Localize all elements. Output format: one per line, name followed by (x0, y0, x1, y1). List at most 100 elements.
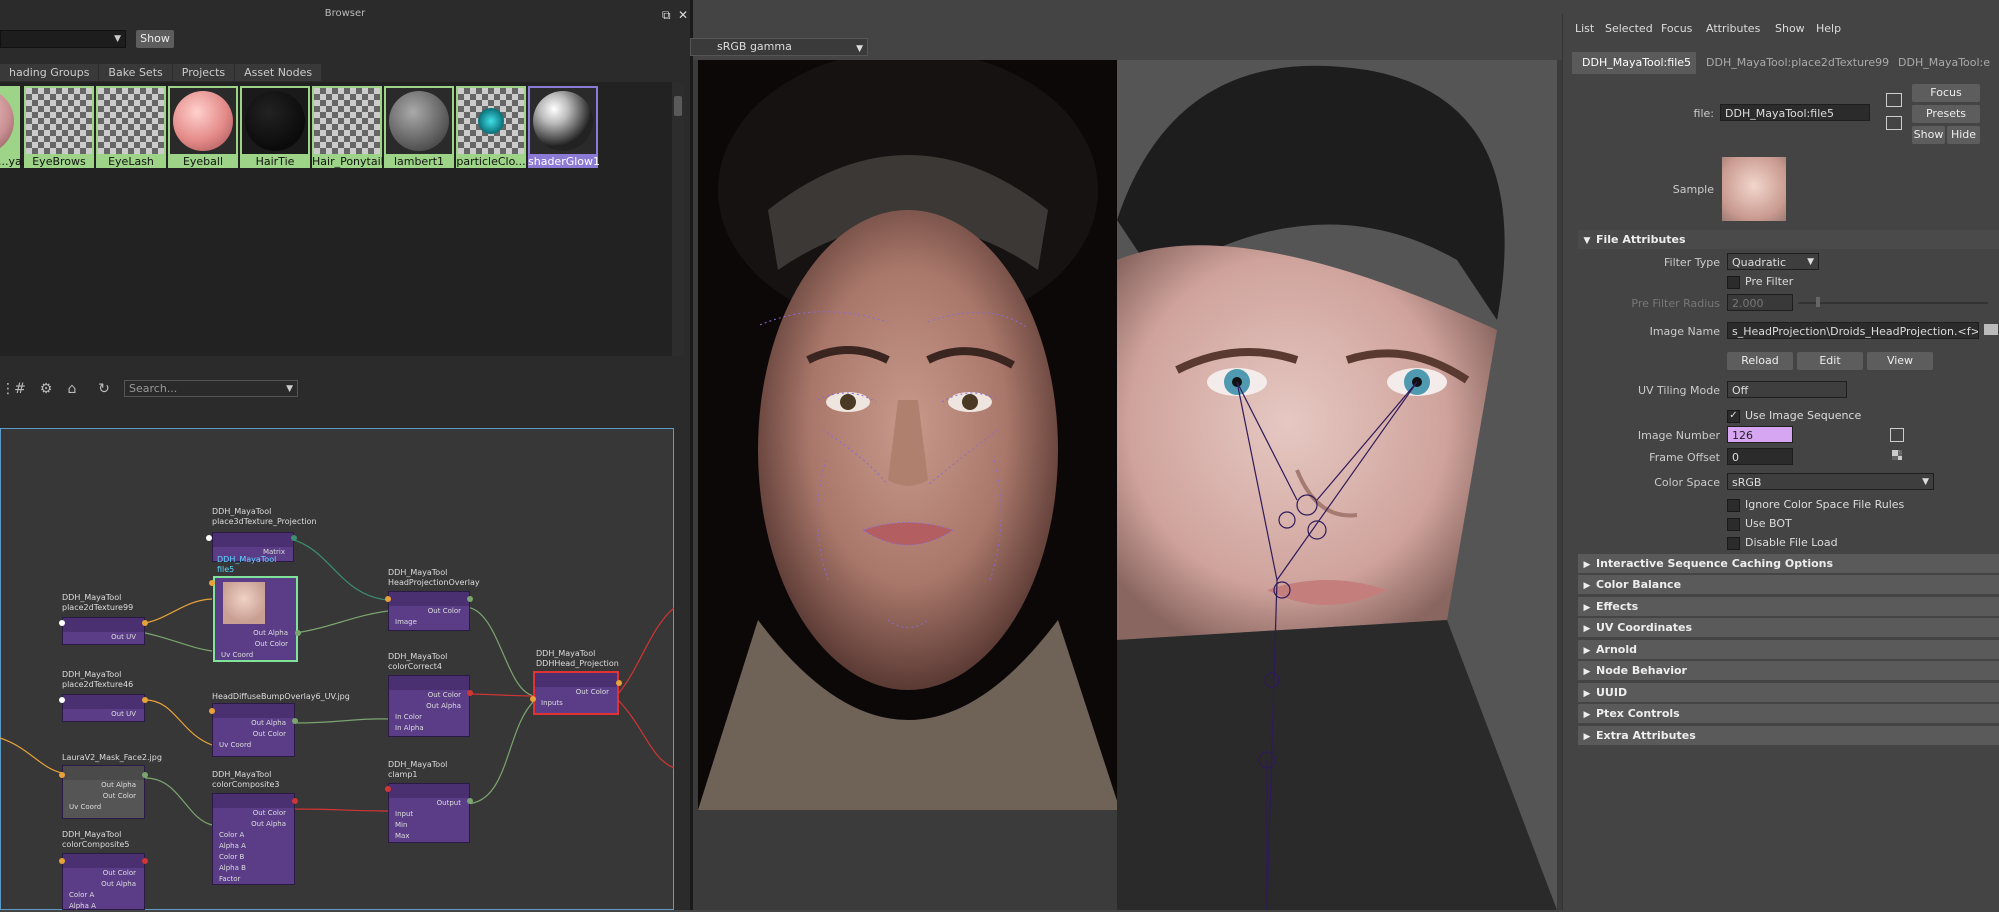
use-image-sequence-checkbox[interactable]: ✓ (1727, 410, 1740, 423)
port-dot[interactable] (142, 697, 148, 703)
tab-asset-nodes[interactable]: Asset Nodes (235, 64, 322, 81)
port-dot[interactable] (291, 535, 297, 541)
hide-button[interactable]: Hide (1947, 126, 1980, 144)
section-extra-attributes[interactable]: ▶ Extra Attributes (1578, 726, 1999, 745)
float-icon[interactable]: ⧉ (662, 9, 674, 21)
port-dot[interactable] (385, 596, 391, 602)
port-dot[interactable] (292, 718, 298, 724)
file-node-name-field[interactable]: DDH_MayaTool:file5 (1720, 104, 1870, 121)
port-dot[interactable] (142, 620, 148, 626)
section-uv-coordinates[interactable]: ▶ UV Coordinates (1578, 618, 1999, 637)
tab-bake-sets[interactable]: Bake Sets (99, 64, 172, 81)
menu-selected[interactable]: Selected (1605, 22, 1653, 35)
node-headdiffuse[interactable]: Out Alpha Out Color Uv Coord (212, 703, 295, 757)
menu-list[interactable]: List (1575, 22, 1594, 35)
focus-input-icon[interactable] (1886, 93, 1902, 107)
view-button[interactable]: View (1867, 352, 1933, 370)
connect-icon[interactable] (1890, 428, 1904, 442)
swatch-scrollbar[interactable] (672, 82, 684, 356)
node-search-input[interactable]: Search... ▼ (124, 380, 298, 397)
menu-show[interactable]: Show (1775, 22, 1805, 35)
filter-type-dropdown[interactable]: Quadratic ▼ (1727, 253, 1819, 270)
pre-filter-checkbox[interactable] (1727, 276, 1740, 289)
file-attributes-section[interactable]: ▼ File Attributes (1578, 230, 1999, 249)
camera-icon[interactable]: ⌂ (64, 381, 80, 397)
close-icon[interactable]: ✕ (678, 9, 690, 21)
material-swatch-hair-ponytail[interactable]: Hair_Ponytail (312, 86, 384, 168)
scrollbar-thumb[interactable] (674, 96, 682, 116)
focus-output-icon[interactable] (1886, 116, 1902, 130)
section-arnold[interactable]: ▶ Arnold (1578, 640, 1999, 659)
section-node-behavior[interactable]: ▶ Node Behavior (1578, 661, 1999, 680)
node-colorcorrect4[interactable]: Out Color Out Alpha In Color In Alpha (388, 675, 470, 737)
node-headprojectionoverlay[interactable]: Out Color Image (388, 591, 470, 631)
port-dot[interactable] (209, 580, 215, 586)
node-file5[interactable]: Out Alpha Out Color Uv Coord (213, 576, 298, 662)
material-swatch-eyebrows[interactable]: EyeBrows (24, 86, 94, 168)
use-bot-checkbox[interactable] (1727, 518, 1740, 531)
checker-icon[interactable] (1892, 450, 1902, 460)
tab-place2dtexture99[interactable]: DDH_MayaTool:place2dTexture99 (1706, 56, 1889, 69)
port-dot[interactable] (467, 596, 473, 602)
folder-icon[interactable] (1984, 324, 1998, 335)
node-laura-mask[interactable]: Out Alpha Out Color Uv Coord (62, 765, 145, 819)
node-colorcomposite3[interactable]: Out Color Out Alpha Color A Alpha A Color BA… (212, 793, 295, 885)
tab-shading-groups[interactable]: hading Groups (0, 64, 99, 81)
port-dot[interactable] (467, 690, 473, 696)
node-place2dtexture46[interactable]: Out UV (62, 694, 145, 722)
material-swatch-eyelash[interactable]: EyeLash (96, 86, 166, 168)
material-swatch-lambert1[interactable]: lambert1 (384, 86, 454, 168)
color-space-dropdown[interactable]: sRGB gamma ▼ (690, 38, 868, 56)
node-place2dtexture99[interactable]: Out UV (62, 617, 145, 645)
port-dot[interactable] (467, 798, 473, 804)
menu-attributes[interactable]: Attributes (1706, 22, 1760, 35)
node-layout-icon[interactable]: ⚙ (38, 381, 54, 397)
tab-extra[interactable]: DDH_MayaTool:e (1898, 56, 1990, 69)
section-ptex-controls[interactable]: ▶ Ptex Controls (1578, 704, 1999, 723)
port-dot[interactable] (530, 696, 536, 702)
material-swatch-shaderglow1[interactable]: shaderGlow1 (528, 86, 600, 168)
port-dot[interactable] (616, 680, 622, 686)
section-color-balance[interactable]: ▶ Color Balance (1578, 575, 1999, 594)
port-dot[interactable] (59, 620, 65, 626)
port-dot[interactable] (59, 772, 65, 778)
frame-offset-field[interactable]: 0 (1727, 448, 1793, 465)
pre-filter-radius-field[interactable]: 2.000 (1727, 294, 1793, 311)
port-dot[interactable] (385, 786, 391, 792)
slider-handle[interactable] (1816, 297, 1820, 307)
ignore-cs-rules-checkbox[interactable] (1727, 499, 1740, 512)
node-ddhhead-projection[interactable]: Out Color Inputs (533, 671, 619, 715)
reload-button[interactable]: Reload (1727, 352, 1793, 370)
browser-filter-dropdown[interactable]: ▼ (0, 30, 126, 48)
port-dot[interactable] (209, 708, 215, 714)
image-name-field[interactable]: s_HeadProjection\Droids_HeadProjection.<… (1727, 322, 1979, 339)
node-clamp1[interactable]: Output Input Min Max (388, 783, 470, 843)
port-dot[interactable] (142, 772, 148, 778)
section-interactive-sequence-caching[interactable]: ▶ Interactive Sequence Caching Options (1578, 554, 1999, 573)
grid-icon[interactable]: # (12, 381, 28, 397)
material-swatch-eyeball[interactable]: Eyeball (168, 86, 238, 168)
port-dot[interactable] (59, 858, 65, 864)
color-space-dropdown[interactable]: sRGB ▼ (1727, 473, 1934, 490)
node-colorcomposite5[interactable]: Out Color Out Alpha Color A Alpha A (62, 853, 145, 910)
port-dot[interactable] (59, 697, 65, 703)
show-button[interactable]: Show (136, 30, 174, 48)
refresh-icon[interactable]: ↻ (96, 381, 112, 397)
tab-projects[interactable]: Projects (172, 64, 235, 81)
menu-help[interactable]: Help (1816, 22, 1841, 35)
pre-filter-radius-slider[interactable] (1798, 302, 1988, 304)
port-dot[interactable] (206, 535, 212, 541)
material-swatch-particlecloud[interactable]: particleClo... (456, 86, 526, 168)
focus-button[interactable]: Focus (1912, 84, 1980, 102)
material-swatch[interactable]: ...ya... (0, 86, 32, 168)
show-button[interactable]: Show (1912, 126, 1945, 144)
material-swatch-hairtie[interactable]: HairTie (240, 86, 310, 168)
uv-tiling-dropdown[interactable]: Off (1727, 381, 1847, 398)
port-dot[interactable] (292, 798, 298, 804)
presets-button[interactable]: Presets (1912, 105, 1980, 123)
section-effects[interactable]: ▶ Effects (1578, 597, 1999, 616)
disable-file-load-checkbox[interactable] (1727, 537, 1740, 550)
port-dot[interactable] (295, 630, 301, 636)
tab-file5[interactable]: DDH_MayaTool:file5 (1582, 56, 1691, 69)
edit-button[interactable]: Edit (1797, 352, 1863, 370)
